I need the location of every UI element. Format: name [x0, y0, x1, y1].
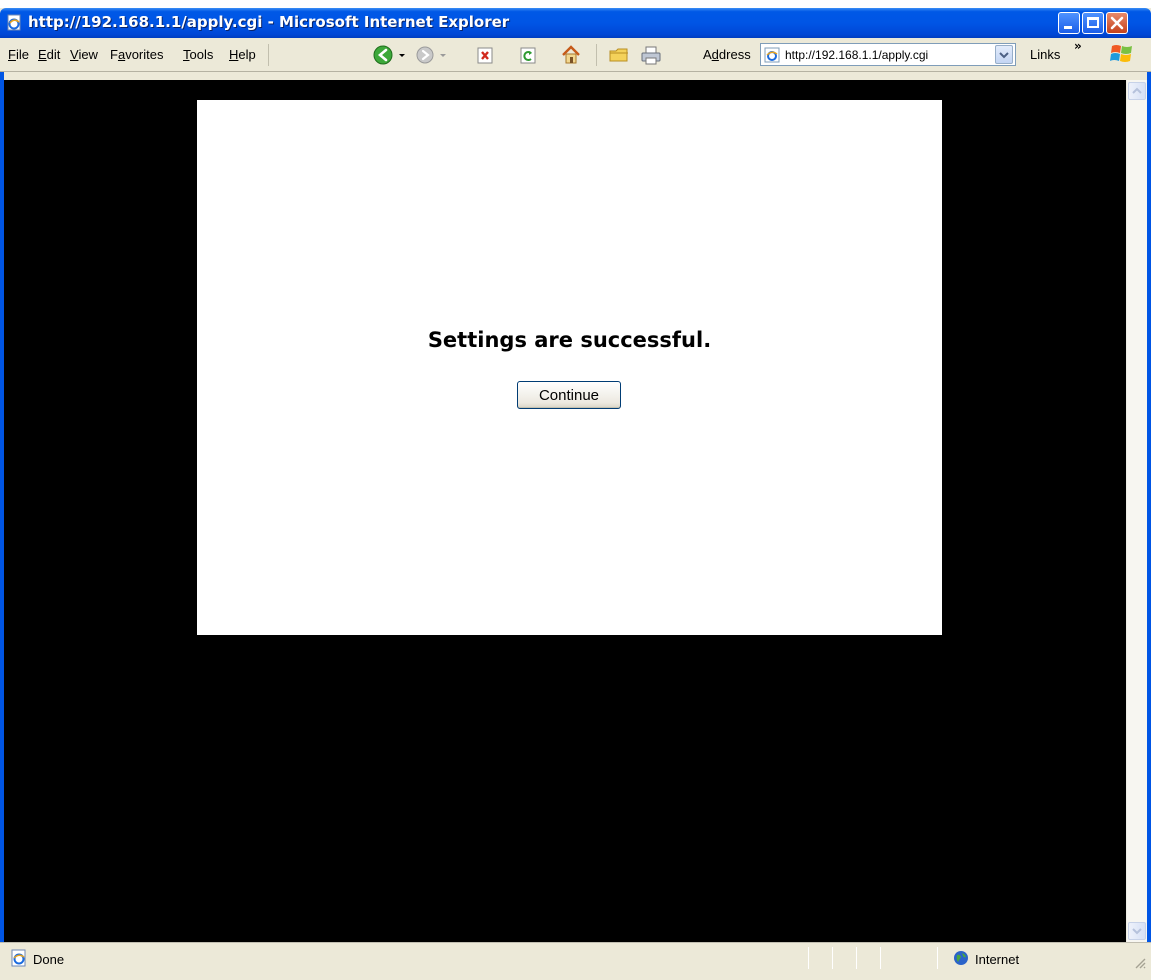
back-icon[interactable] [373, 44, 395, 66]
address-label-post: dress [718, 47, 751, 62]
links-chevron-icon[interactable]: » [1074, 39, 1082, 53]
address-url: http://192.168.1.1/apply.cgi [785, 48, 929, 62]
menu-file-label: ile [15, 47, 29, 62]
scroll-up-button[interactable] [1128, 82, 1146, 100]
address-label-pre: A [703, 47, 712, 62]
window-frame-right [1147, 72, 1151, 950]
menu-help-label: elp [238, 47, 256, 62]
windows-logo-icon [1110, 45, 1132, 62]
maximize-icon [1087, 17, 1099, 28]
menu-edit[interactable]: Edit [38, 47, 60, 62]
globe-icon [954, 951, 968, 965]
address-input[interactable]: http://192.168.1.1/apply.cgi [760, 43, 1016, 66]
stop-icon[interactable] [475, 44, 495, 66]
title-bar[interactable]: http://192.168.1.1/apply.cgi - Microsoft… [0, 8, 1151, 38]
print-icon[interactable] [640, 44, 662, 66]
refresh-icon[interactable] [518, 44, 538, 66]
toolbar-separator-2 [596, 44, 597, 66]
menu-tools-label: ools [189, 47, 214, 62]
vertical-scrollbar[interactable] [1126, 80, 1147, 942]
status-pane-divider [937, 947, 938, 969]
back-dropdown-icon[interactable] [397, 44, 407, 66]
menu-help-accel: H [229, 47, 239, 62]
menu-edit-label: dit [46, 47, 61, 62]
address-label-accel: d [711, 47, 719, 62]
menu-edit-accel: E [38, 47, 47, 62]
minimize-icon [1064, 26, 1072, 29]
address-label: Address [703, 47, 751, 62]
menu-view[interactable]: View [70, 47, 98, 62]
status-pane-divider [856, 947, 857, 969]
close-button[interactable] [1106, 12, 1128, 34]
menu-help[interactable]: Help [229, 47, 256, 62]
window-title: http://192.168.1.1/apply.cgi - Microsoft… [28, 13, 510, 31]
menu-file-accel: F [8, 47, 16, 62]
status-text: Done [33, 952, 65, 967]
status-bar: Done Internet [0, 942, 1151, 972]
scroll-down-button[interactable] [1128, 922, 1146, 940]
success-message: Settings are successful. [427, 328, 712, 352]
forward-icon[interactable] [414, 44, 436, 66]
address-dropdown-button[interactable] [995, 45, 1013, 64]
folder-icon[interactable] [608, 44, 630, 66]
menu-favorites-label: vorites [125, 47, 164, 62]
menu-favorites-pre: F [110, 47, 118, 62]
top-white-strip [0, 0, 1151, 8]
menu-view-label: iew [78, 47, 98, 62]
menu-file[interactable]: File [8, 47, 29, 62]
links-label[interactable]: Links [1030, 47, 1060, 62]
ie-page-icon [11, 949, 26, 967]
toolbar-separator [268, 44, 269, 66]
ie-page-icon [764, 47, 780, 63]
forward-dropdown-icon[interactable] [438, 44, 448, 66]
minimize-button[interactable] [1058, 12, 1080, 34]
close-icon [1110, 16, 1124, 30]
ie-page-icon [7, 14, 21, 31]
security-zone: Internet [975, 952, 1020, 967]
continue-button[interactable]: Continue [517, 381, 621, 409]
maximize-button[interactable] [1082, 12, 1104, 34]
chevron-up-icon [1132, 87, 1142, 94]
status-pane-divider [880, 947, 881, 969]
home-icon[interactable] [560, 44, 582, 66]
status-pane-divider [832, 947, 833, 969]
menu-favorites[interactable]: Favorites [110, 47, 163, 62]
status-pane-divider [808, 947, 809, 969]
menu-toolbar-row: File Edit View Favorites Tools Help Addr… [0, 38, 1151, 72]
page-viewport: Settings are successful. Continue [4, 80, 1126, 942]
chevron-down-icon [999, 52, 1009, 59]
resize-grip-icon[interactable] [1133, 956, 1147, 970]
message-panel: Settings are successful. Continue [197, 100, 942, 635]
menu-tools[interactable]: Tools [183, 47, 213, 62]
chevron-down-icon [1132, 928, 1142, 935]
